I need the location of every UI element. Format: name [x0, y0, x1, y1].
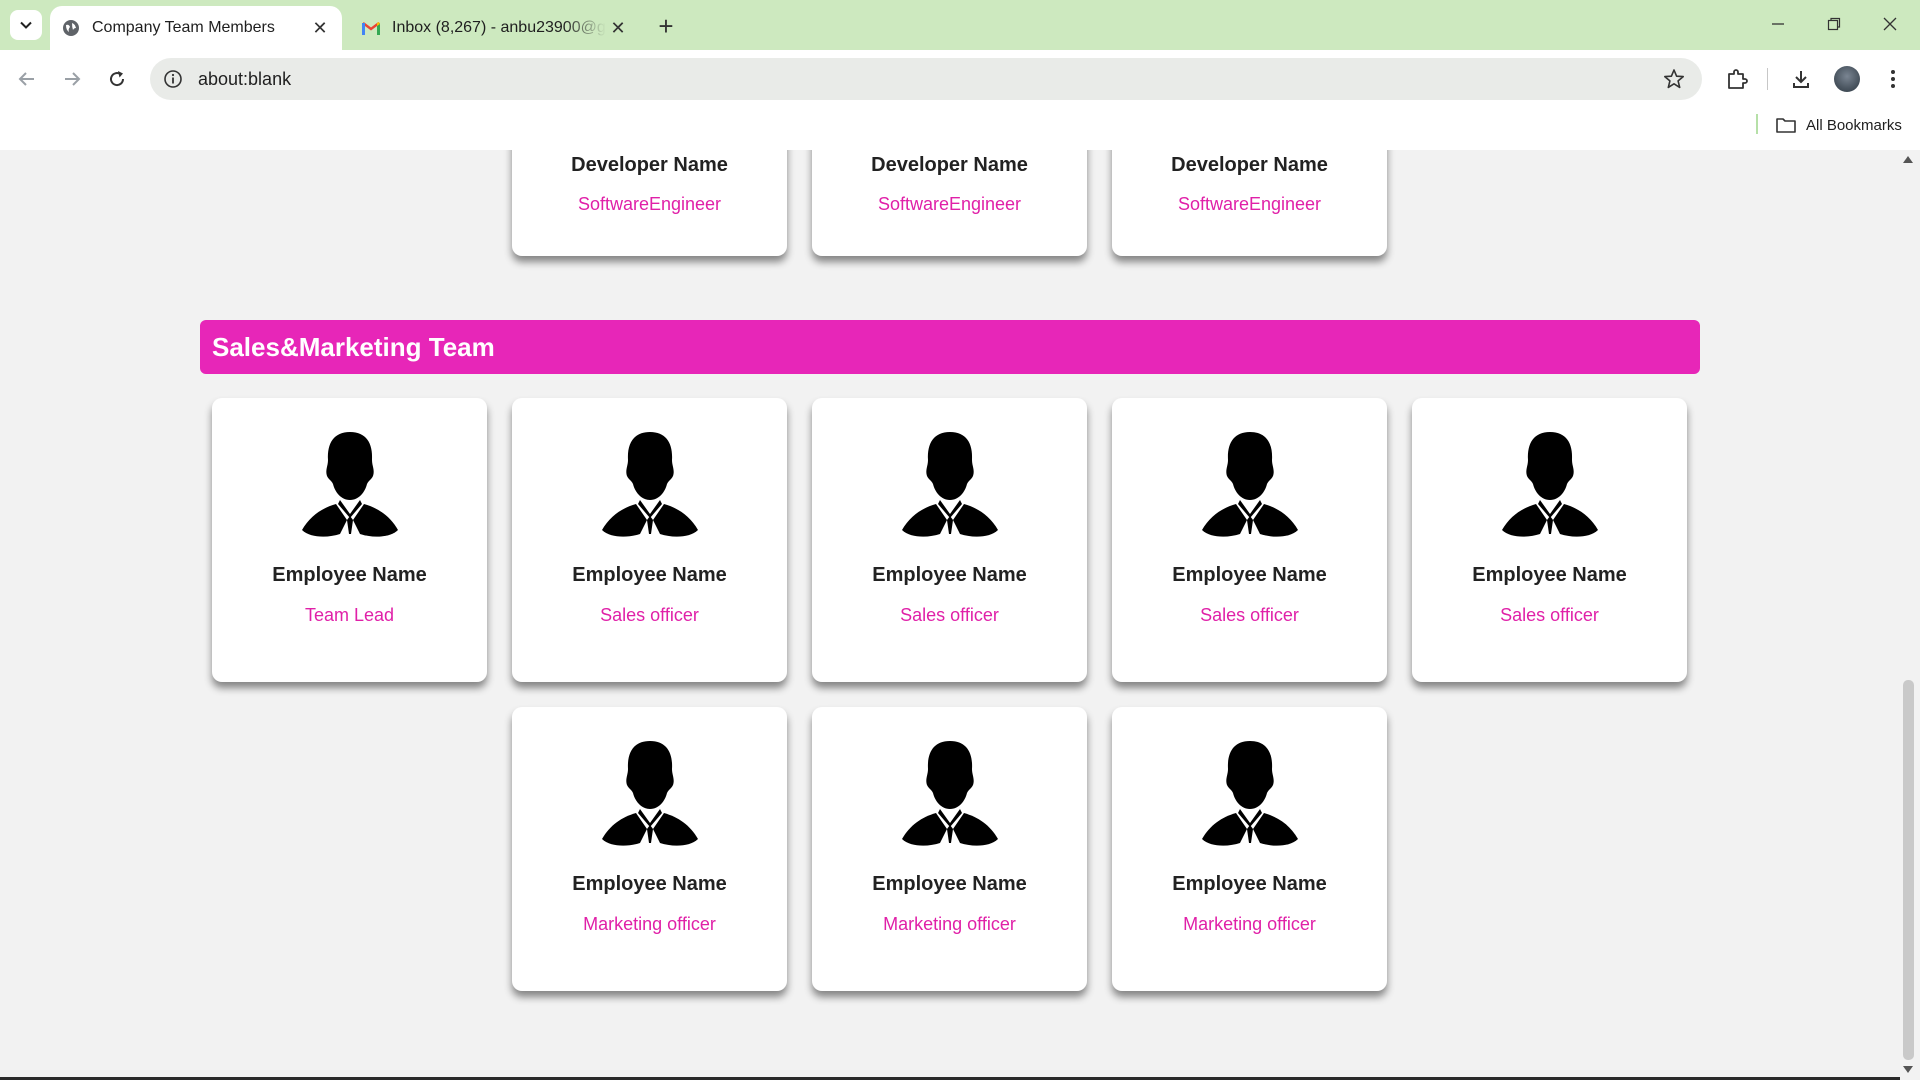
- developer-role: SoftwareEngineer: [877, 194, 1022, 214]
- employee-card: Employee Name Sales officer: [1412, 398, 1687, 682]
- restore-icon: [1827, 17, 1841, 31]
- restore-button[interactable]: [1806, 0, 1862, 48]
- tab-gmail-inbox[interactable]: Inbox (8,267) - anbu23900@gmail.com ✕: [350, 6, 640, 50]
- employee-card: Employee Name Sales officer: [512, 398, 787, 682]
- developer-name: Developer Name: [871, 154, 1028, 176]
- scrollbar-thumb[interactable]: [1903, 680, 1914, 1060]
- employee-name: Employee Name: [1472, 564, 1627, 586]
- developer-role: SoftwareEngineer: [1177, 194, 1322, 214]
- employee-role: Marketing officer: [583, 914, 716, 934]
- employee-name: Employee Name: [1172, 873, 1327, 895]
- tab-company-team-members[interactable]: Company Team Members ✕: [50, 6, 342, 50]
- minimize-button[interactable]: [1750, 0, 1806, 48]
- employee-role: Team Lead: [304, 605, 395, 625]
- employee-card: Employee Name Team Lead: [212, 398, 487, 682]
- all-bookmarks-label: All Bookmarks: [1806, 116, 1902, 134]
- developer-role: SoftwareEngineer: [577, 194, 722, 214]
- employee-role: Sales officer: [900, 605, 999, 625]
- employee-name: Employee Name: [572, 564, 727, 586]
- person-silhouette-icon: [600, 430, 700, 538]
- gmail-icon: [362, 19, 380, 37]
- bookmarks-divider: [1756, 114, 1758, 134]
- employee-role: Marketing officer: [1183, 914, 1316, 934]
- url-text[interactable]: about:blank: [198, 69, 1660, 90]
- employee-card: Employee Name Sales officer: [812, 398, 1087, 682]
- all-bookmarks-button[interactable]: All Bookmarks: [1776, 112, 1902, 138]
- arrow-right-icon: [65, 72, 81, 86]
- tab-title: Company Team Members: [92, 19, 275, 36]
- close-icon: [1883, 17, 1897, 31]
- star-icon[interactable]: [1660, 65, 1688, 93]
- close-icon[interactable]: ✕: [308, 16, 332, 40]
- back-button[interactable]: [10, 62, 44, 96]
- more-menu-icon[interactable]: [1876, 62, 1910, 96]
- employee-name: Employee Name: [872, 564, 1027, 586]
- tab-search-button[interactable]: [10, 10, 42, 40]
- page-viewport: Developer Name SoftwareEngineer Develope…: [0, 150, 1920, 1080]
- employee-role: Marketing officer: [883, 914, 1016, 934]
- profile-avatar[interactable]: [1830, 62, 1864, 96]
- forward-button[interactable]: [55, 62, 89, 96]
- employee-name: Employee Name: [572, 873, 727, 895]
- avatar-image: [1834, 66, 1860, 92]
- employee-card: Employee Name Marketing officer: [512, 707, 787, 991]
- tab-title: Inbox (8,267) - anbu23900@gmail.com: [392, 19, 606, 36]
- scroll-up-arrow-icon[interactable]: [1903, 156, 1913, 163]
- developer-card: Developer Name SoftwareEngineer: [512, 150, 787, 256]
- close-icon[interactable]: ✕: [606, 16, 630, 40]
- scroll-down-arrow-icon[interactable]: [1903, 1066, 1913, 1073]
- employee-role: Sales officer: [1200, 605, 1299, 625]
- developer-name: Developer Name: [571, 154, 728, 176]
- toolbar-divider: [1767, 68, 1768, 90]
- person-silhouette-icon: [300, 430, 400, 538]
- person-silhouette-icon: [1200, 430, 1300, 538]
- chevron-down-icon: [20, 21, 32, 29]
- reload-icon: [110, 71, 125, 87]
- employee-role: Sales officer: [1500, 605, 1599, 625]
- person-silhouette-icon: [1500, 430, 1600, 538]
- person-silhouette-icon: [900, 739, 1000, 847]
- new-tab-button[interactable]: +: [652, 11, 680, 41]
- person-silhouette-icon: [1200, 739, 1300, 847]
- globe-icon: [62, 19, 80, 37]
- minimize-icon: [1772, 23, 1784, 25]
- developer-card: Developer Name SoftwareEngineer: [1112, 150, 1387, 256]
- person-silhouette-icon: [900, 430, 1000, 538]
- folder-icon: [1776, 116, 1796, 134]
- person-silhouette-icon: [600, 739, 700, 847]
- employee-name: Employee Name: [272, 564, 427, 586]
- employee-role: Sales officer: [600, 605, 699, 625]
- sales-marketing-team-header: Sales&Marketing Team: [200, 320, 1700, 374]
- extensions-icon[interactable]: [1720, 62, 1754, 96]
- employee-card: Employee Name Marketing officer: [1112, 707, 1387, 991]
- download-icon[interactable]: [1784, 62, 1818, 96]
- employee-card: Employee Name Sales officer: [1112, 398, 1387, 682]
- reload-button[interactable]: [100, 62, 134, 96]
- employee-name: Employee Name: [1172, 564, 1327, 586]
- team-title: Sales&Marketing Team: [212, 331, 495, 362]
- employee-name: Employee Name: [872, 873, 1027, 895]
- arrow-left-icon: [18, 72, 34, 86]
- developer-card: Developer Name SoftwareEngineer: [812, 150, 1087, 256]
- employee-card: Employee Name Marketing officer: [812, 707, 1087, 991]
- info-icon[interactable]: [162, 68, 184, 90]
- address-bar[interactable]: about:blank: [150, 58, 1702, 100]
- close-window-button[interactable]: [1862, 0, 1918, 48]
- developer-name: Developer Name: [1171, 154, 1328, 176]
